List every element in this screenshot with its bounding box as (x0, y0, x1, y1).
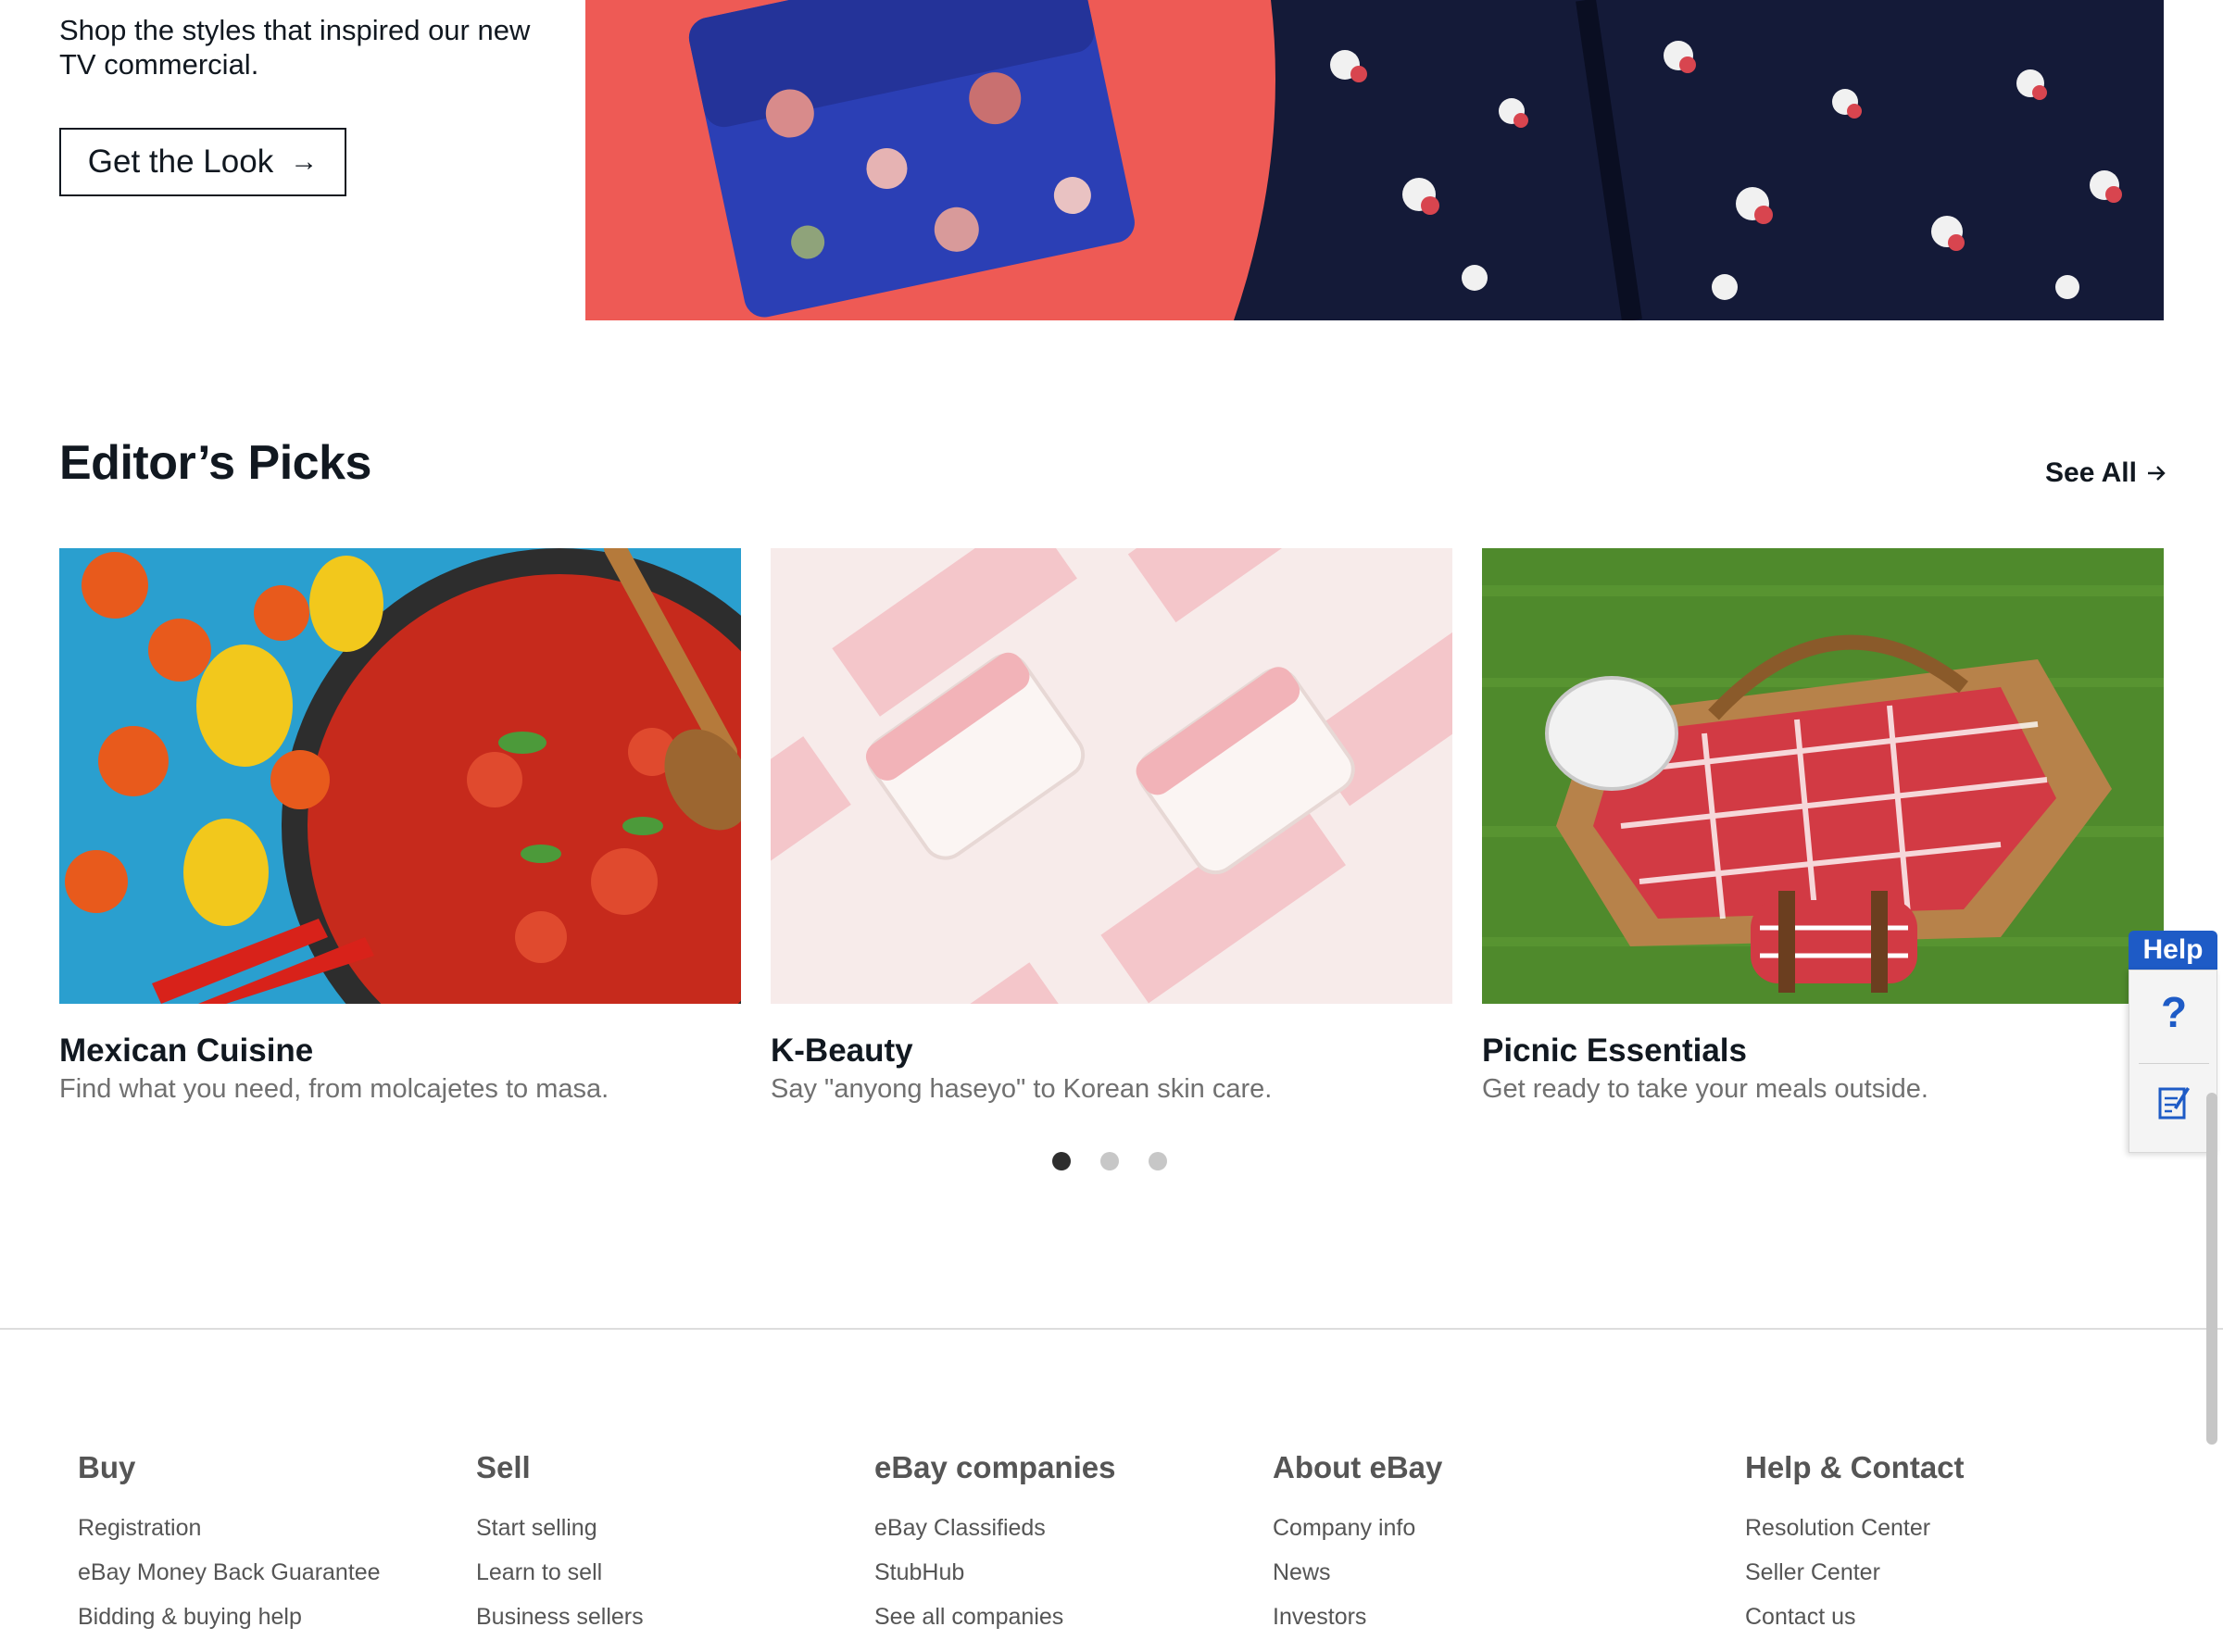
hero-text: Shop the styles that inspired our new TV… (59, 14, 531, 81)
get-the-look-label: Get the Look (87, 144, 274, 180)
picnic-essentials-image[interactable] (1482, 548, 2164, 1004)
help-panel: ? (2129, 970, 2217, 1153)
salsa-pan-illustration (59, 548, 741, 1004)
footer-link[interactable]: Learn to sell (476, 1550, 644, 1595)
question-icon[interactable]: ? (2129, 987, 2218, 1037)
footer-link[interactable]: eBay Money Back Guarantee (78, 1550, 381, 1595)
arrow-right-icon: → (290, 146, 319, 177)
see-all-label: See All (2045, 457, 2137, 488)
floral-fashion-illustration (585, 0, 2164, 320)
footer-heading: Sell (476, 1450, 531, 1484)
editors-picks-title: Editor’s Picks (59, 436, 371, 490)
see-all-link[interactable]: See All (2045, 457, 2166, 489)
arrow-right-icon (2147, 466, 2166, 481)
k-beauty-image[interactable] (771, 548, 1452, 1004)
footer-heading: Buy (78, 1450, 136, 1484)
mexican-cuisine-image[interactable] (59, 548, 741, 1004)
card-title[interactable]: Mexican Cuisine (59, 1032, 741, 1070)
footer-link[interactable]: Start selling (476, 1506, 644, 1550)
footer-column-ebay-companies: eBay companies eBay Classifieds StubHub … (874, 1450, 1115, 1639)
carousel-dot-1[interactable] (1052, 1152, 1071, 1170)
pick-card-k-beauty[interactable]: K-Beauty Say "anyong haseyo" to Korean s… (771, 548, 1452, 1106)
footer-column-sell: Sell Start selling Learn to sell Busines… (476, 1450, 644, 1639)
footer-link[interactable]: See all companies (874, 1595, 1115, 1639)
footer-link[interactable]: Company info (1273, 1506, 1442, 1550)
footer-heading: Help & Contact (1745, 1450, 1965, 1484)
card-subtitle: Find what you need, from molcajetes to m… (59, 1074, 609, 1104)
footer-link[interactable]: Registration (78, 1506, 381, 1550)
footer-column-help-contact: Help & Contact Resolution Center Seller … (1745, 1450, 1965, 1639)
footer-link[interactable]: Business sellers (476, 1595, 644, 1639)
footer-heading: eBay companies (874, 1450, 1116, 1484)
carousel-pagination (1052, 1152, 1167, 1170)
footer-link[interactable]: StubHub (874, 1550, 1115, 1595)
carousel-dot-2[interactable] (1100, 1152, 1119, 1170)
carousel-dot-3[interactable] (1149, 1152, 1167, 1170)
card-subtitle: Say "anyong haseyo" to Korean skin care. (771, 1074, 1273, 1104)
footer-heading: About eBay (1273, 1450, 1443, 1484)
footer-column-about-ebay: About eBay Company info News Investors (1273, 1450, 1442, 1639)
card-subtitle: Get ready to take your meals outside. (1482, 1074, 1928, 1104)
get-the-look-button[interactable]: Get the Look → (59, 128, 346, 196)
footer-divider (0, 1328, 2223, 1330)
footer-link[interactable]: Bidding & buying help (78, 1595, 381, 1639)
skincare-jars-illustration (771, 548, 1452, 1004)
pick-card-mexican-cuisine[interactable]: Mexican Cuisine Find what you need, from… (59, 548, 741, 1106)
footer-link[interactable]: Contact us (1745, 1595, 1965, 1639)
picnic-basket-illustration (1482, 548, 2164, 1004)
footer-link[interactable]: News (1273, 1550, 1442, 1595)
footer-link[interactable]: Seller Center (1745, 1550, 1965, 1595)
footer-column-buy: Buy Registration eBay Money Back Guarant… (78, 1450, 381, 1639)
feedback-icon[interactable] (2157, 1083, 2191, 1120)
help-separator (2139, 1063, 2209, 1064)
help-tab[interactable]: Help (2129, 931, 2217, 970)
card-title[interactable]: Picnic Essentials (1482, 1032, 2164, 1070)
footer-link[interactable]: eBay Classifieds (874, 1506, 1115, 1550)
page-scrollbar[interactable] (2206, 1093, 2217, 1445)
footer-link[interactable]: Resolution Center (1745, 1506, 1965, 1550)
hero-banner-image[interactable] (585, 0, 2164, 320)
pick-card-picnic-essentials[interactable]: Picnic Essentials Get ready to take your… (1482, 548, 2164, 1106)
footer-link[interactable]: Investors (1273, 1595, 1442, 1639)
card-title[interactable]: K-Beauty (771, 1032, 1452, 1070)
